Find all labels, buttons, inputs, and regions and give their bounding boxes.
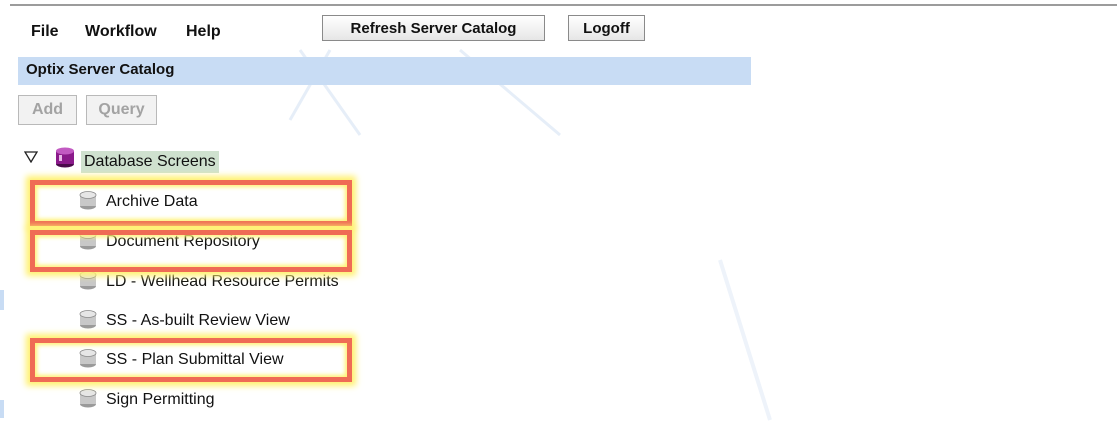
menu-help[interactable]: Help <box>186 23 221 41</box>
logoff-button[interactable]: Logoff <box>568 15 645 41</box>
tree-item-label: SS - As-built Review View <box>106 312 290 329</box>
database-icon <box>79 310 97 329</box>
tree-item-label: Sign Permitting <box>106 391 215 408</box>
database-icon <box>79 389 97 408</box>
tree-root-database-screens[interactable]: Database Screens <box>81 151 219 173</box>
tree-item-label: Document Repository <box>106 233 260 250</box>
database-purple-icon <box>56 147 74 168</box>
menu-file[interactable]: File <box>31 23 59 41</box>
add-button[interactable]: Add <box>18 95 77 125</box>
database-icon <box>79 349 97 368</box>
database-icon <box>79 231 97 250</box>
window-top-border <box>10 4 1117 6</box>
menu-workflow[interactable]: Workflow <box>85 23 157 41</box>
expand-triangle-icon[interactable] <box>24 151 38 163</box>
refresh-server-catalog-button[interactable]: Refresh Server Catalog <box>322 15 545 41</box>
database-icon <box>79 191 97 210</box>
tree-item-label: SS - Plan Submittal View <box>106 351 284 368</box>
tree-item-label: Archive Data <box>106 193 198 210</box>
query-button[interactable]: Query <box>86 95 157 125</box>
tree-item-label: LD - Wellhead Resource Permits <box>106 273 339 290</box>
database-icon <box>79 271 97 290</box>
catalog-title: Optix Server Catalog <box>18 57 751 85</box>
